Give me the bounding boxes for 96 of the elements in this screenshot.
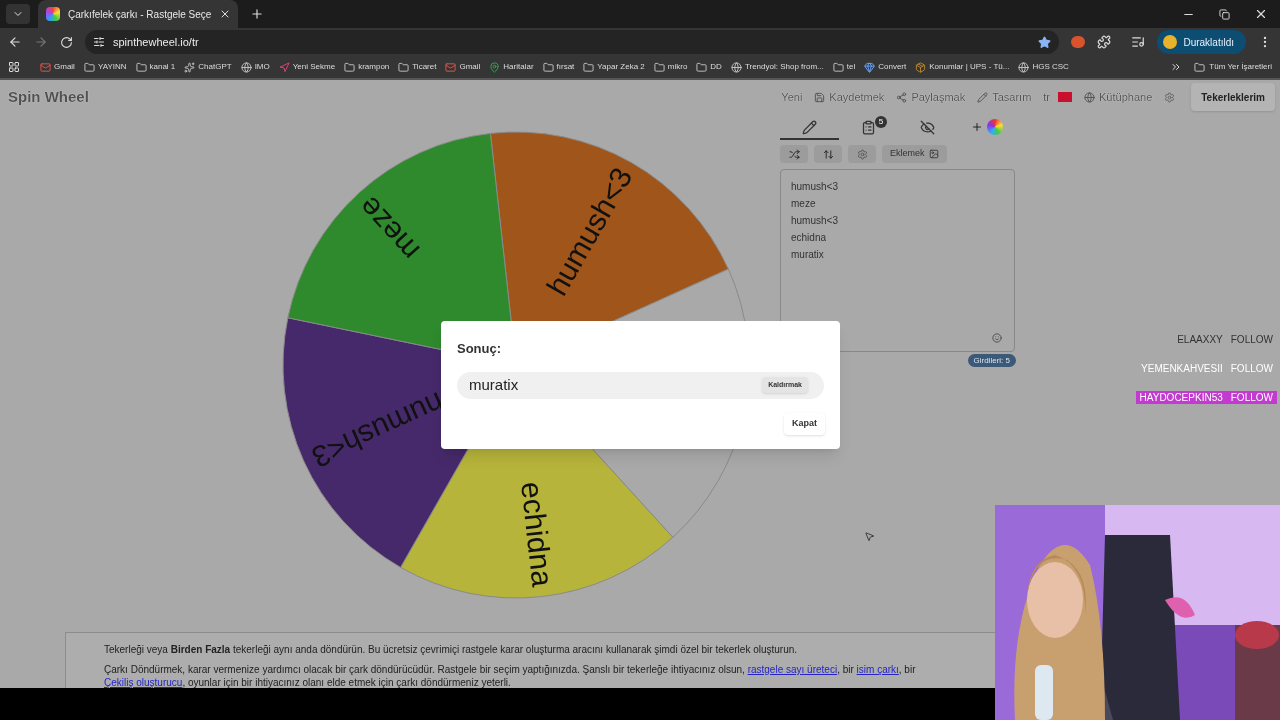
follow-label: YEMENKAHVESII FOLLOW <box>1140 362 1274 375</box>
folder-icon <box>398 61 410 73</box>
cursor-icon <box>864 531 875 542</box>
wheel-label: echidna <box>515 480 560 589</box>
entries-field[interactable]: humush<3 meze humush<3 echidna muratix <box>780 169 1015 352</box>
sparkle-icon <box>184 61 196 73</box>
globe-icon <box>730 61 742 73</box>
profile-button[interactable]: Duraklatıldı <box>1157 30 1246 54</box>
bookmark[interactable]: Haritalar <box>489 61 534 73</box>
gem-icon <box>864 61 876 73</box>
browser-tab[interactable]: Çarkıfelek çarkı - Rastgele Seçe <box>38 0 238 28</box>
sort-icon <box>822 148 834 160</box>
close-icon[interactable] <box>1254 7 1268 21</box>
globe-icon <box>1018 61 1030 73</box>
description-text: Çarkı Döndürmek, karar vermenize yardımcı olacak bir çark döndürücüdür. Rastgele bir seçim yaptığınızda. Şanslı bir tekerleğe ihtiyacınız olsun, rastgele sayı üreteci, bir isim çarkı, bir Çekiliş oluşturucu, oyunlar için bir ihtiyacınız olanı elde etmek için çarkı döndürmeniz yeterli. <box>104 663 917 688</box>
bookmark[interactable]: DD <box>696 61 722 73</box>
my-wheels-button[interactable]: Tekerleklerim <box>1191 83 1275 111</box>
folder-icon <box>832 61 844 73</box>
media-icon[interactable] <box>1131 35 1146 49</box>
sort-button[interactable] <box>814 145 842 163</box>
close-button[interactable]: Kapat <box>784 412 825 435</box>
bookmark[interactable]: HGS CSC <box>1018 61 1069 73</box>
follow-label: ELAAXXY FOLLOW <box>1176 333 1274 346</box>
bookmark[interactable]: Gmail <box>40 61 75 73</box>
clipboard-icon <box>861 119 876 135</box>
bookmark[interactable]: ChatGPT <box>184 61 232 73</box>
dialog-title: Sonuç: <box>457 340 503 358</box>
color-wheel-icon <box>986 119 1003 135</box>
bookmark[interactable]: mikro <box>653 61 688 73</box>
follow-label: HAYDOCEPKIN53 FOLLOW <box>1135 391 1277 404</box>
url-text: spinthewheel.io/tr <box>113 34 199 50</box>
add-button[interactable]: Eklemek <box>882 145 947 163</box>
bookmark[interactable]: Trendyol: Shop from... <box>730 61 824 73</box>
folder-icon <box>1194 61 1206 73</box>
eye-off-icon <box>920 119 935 135</box>
pencil-icon <box>802 119 817 135</box>
panel-tab[interactable]: 5 <box>839 116 898 140</box>
plus-icon <box>970 121 983 133</box>
star-icon[interactable] <box>1038 35 1052 49</box>
bookmark[interactable]: krampon <box>344 61 390 73</box>
package-icon <box>915 61 927 73</box>
shuffle-icon <box>788 148 800 160</box>
forward-icon[interactable] <box>34 35 48 49</box>
mail-icon <box>40 61 51 73</box>
globe-icon <box>240 61 252 73</box>
bookmark[interactable]: Tüm Yer İşaretleri <box>1194 61 1272 73</box>
link[interactable]: isim çarkı <box>856 664 899 675</box>
folder-icon <box>583 61 595 73</box>
entries-count-badge: Girdileri: 5 <box>967 354 1016 367</box>
save-icon <box>814 91 826 103</box>
arrow-icon <box>278 61 290 73</box>
folder-icon <box>135 61 147 73</box>
extensions-icon[interactable] <box>1097 35 1112 49</box>
colorful-favicon-icon <box>46 7 60 21</box>
folder-icon <box>344 61 356 73</box>
entry-text: humush<3 <box>791 180 839 194</box>
bookmark[interactable]: Ticaret <box>398 61 437 73</box>
restore-icon[interactable] <box>1219 8 1230 20</box>
bookmark[interactable]: kanal 1 <box>135 61 176 73</box>
bookmark[interactable]: YAYINN <box>83 61 127 73</box>
folder-icon <box>653 61 665 73</box>
new-tab-icon[interactable] <box>250 7 264 21</box>
entry-text: humush<3 <box>791 214 839 228</box>
share-icon <box>896 91 908 103</box>
shuffle-button[interactable] <box>780 145 808 163</box>
bookmark[interactable]: fırsat <box>542 61 575 73</box>
pencil-icon <box>977 91 989 103</box>
apps-icon[interactable] <box>8 61 20 73</box>
count-badge: 5 <box>875 116 887 128</box>
folder-icon <box>83 61 95 73</box>
description-text: Tekerleği veya Birden Fazla tekerleği aynı anda döndürün. Bu ücretsiz çevrimiçi rastgele karar oluşturma aracını kullanarak şimdi özel bir tekerlek oluşturun. <box>104 643 799 656</box>
globe-icon <box>1084 91 1096 103</box>
site-info-icon[interactable] <box>93 36 105 48</box>
entry-text: meze <box>791 197 817 211</box>
map-pin-icon <box>489 61 501 73</box>
image-icon <box>928 149 939 159</box>
bookmark[interactable]: tel <box>832 61 856 73</box>
entry-text: muratix <box>791 248 825 262</box>
folder-icon <box>542 61 554 73</box>
bookmark[interactable]: Yeni Sekme <box>278 61 336 73</box>
settings-icon <box>856 148 868 160</box>
address-bar[interactable]: spinthewheel.io/tr <box>85 30 1060 54</box>
bookmark[interactable]: Yapar Zeka 2 <box>583 61 645 73</box>
bookmark[interactable]: IMO <box>240 61 270 73</box>
flag-icon <box>1058 92 1073 102</box>
reload-icon[interactable] <box>60 35 73 49</box>
mail-icon <box>445 61 457 73</box>
avatar-icon <box>1163 35 1178 49</box>
tab-list-button[interactable] <box>6 4 30 24</box>
tab-title: Çarkıfelek çarkı - Rastgele Seçe <box>68 7 212 22</box>
folder-icon <box>696 61 708 73</box>
bookmark[interactable]: Convert <box>864 61 907 73</box>
bookmark[interactable]: Gmail <box>445 61 481 73</box>
back-icon[interactable] <box>8 35 22 49</box>
bookmark[interactable]: Konumlar | UPS - Tü... <box>915 61 1010 73</box>
entry-text: echidna <box>791 231 828 245</box>
